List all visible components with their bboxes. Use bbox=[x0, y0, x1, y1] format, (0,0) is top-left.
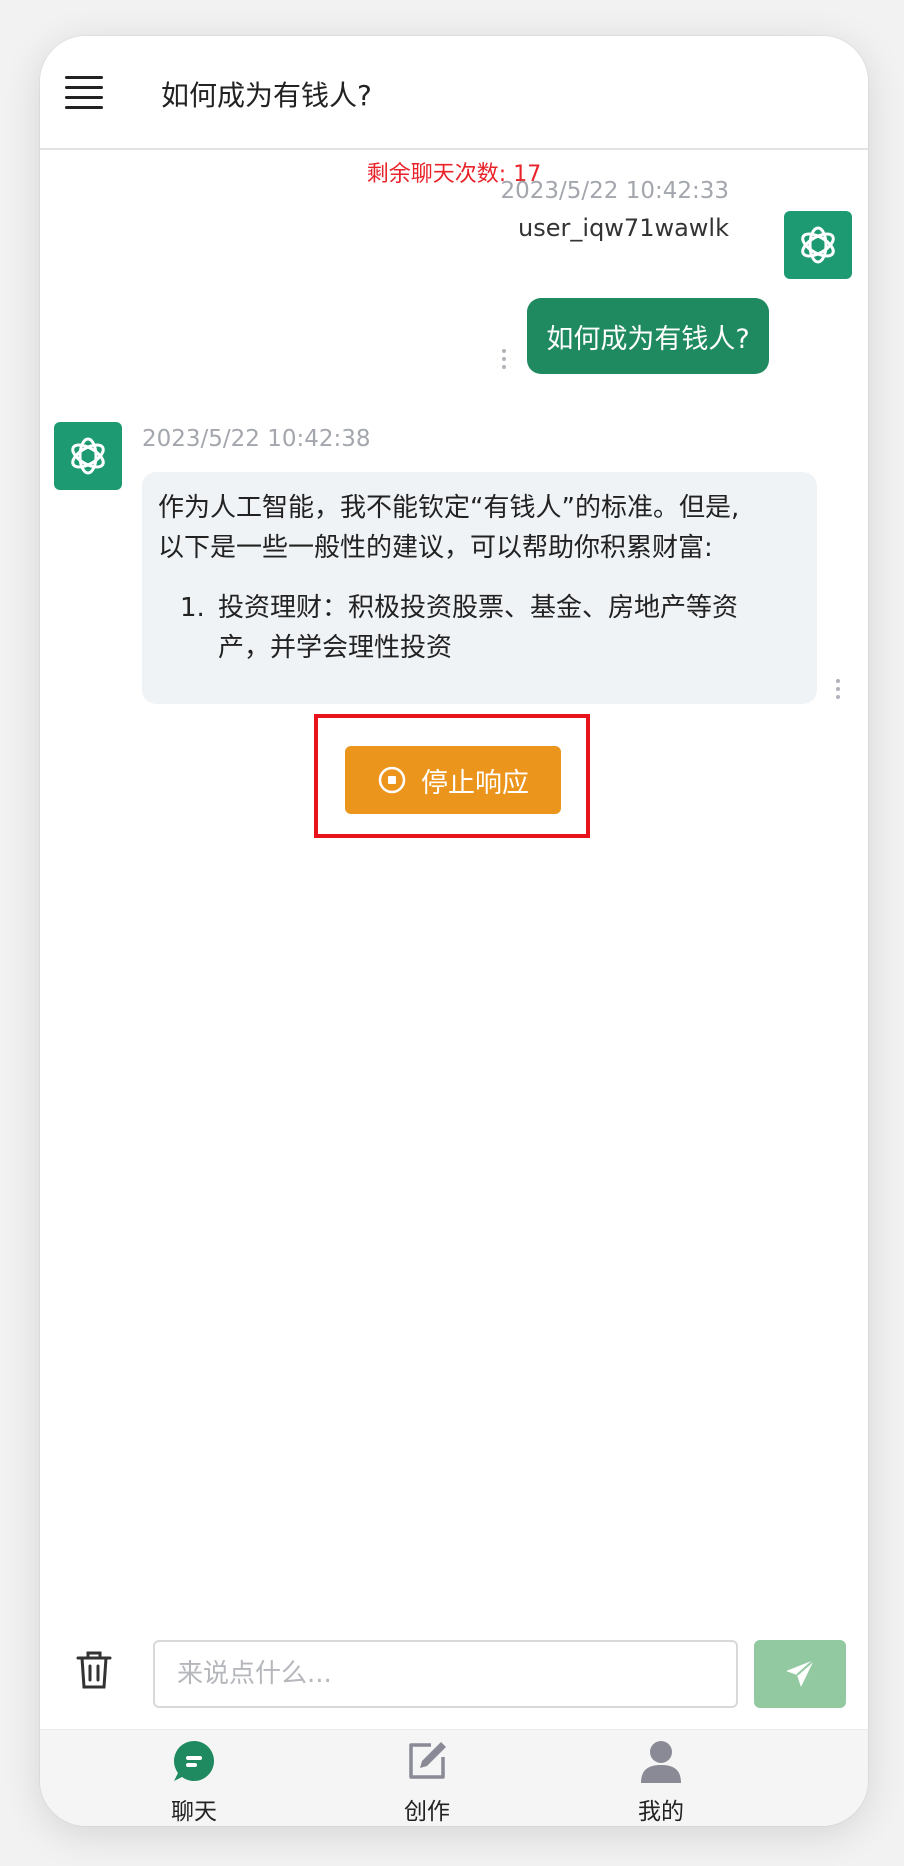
bot-message-list-item: 1. 投资理财：积极投资股票、基金、房地产等资 产，并学会理性投资 bbox=[158, 588, 801, 668]
remaining-chats-text: 剩余聊天次数: 17 bbox=[366, 162, 542, 187]
user-message-timestamp: 2023/5/22 10:42:33 bbox=[500, 178, 729, 204]
stop-circle-icon bbox=[378, 766, 406, 794]
edit-icon bbox=[409, 1742, 446, 1779]
send-icon bbox=[786, 1659, 815, 1687]
nav-item-mine[interactable]: 我的 bbox=[601, 1730, 721, 1826]
bot-message-timestamp: 2023/5/22 10:42:38 bbox=[142, 426, 371, 452]
list-number: 1. bbox=[180, 593, 205, 623]
send-button[interactable] bbox=[754, 1640, 846, 1708]
message-input[interactable] bbox=[153, 1640, 738, 1708]
nav-label: 创作 bbox=[404, 1799, 450, 1825]
openai-logo-icon bbox=[801, 226, 835, 264]
app-header: 如何成为有钱人? bbox=[40, 36, 868, 150]
bot-message-line: 以下是一些一般性的建议，可以帮助你积累财富: bbox=[158, 533, 713, 563]
user-message-more-icon[interactable] bbox=[501, 349, 507, 375]
bottom-nav: 聊天 创作 我的 bbox=[40, 1729, 868, 1826]
list-text-line: 产，并学会理性投资 bbox=[218, 633, 453, 663]
menu-icon[interactable] bbox=[65, 76, 103, 109]
user-message-bubble: 如何成为有钱人? bbox=[527, 298, 769, 374]
bot-message-bubble: 作为人工智能，我不能钦定“有钱人”的标准。但是, 以下是一些一般性的建议，可以帮… bbox=[142, 472, 817, 704]
nav-item-chat[interactable]: 聊天 bbox=[134, 1730, 254, 1826]
trash-icon[interactable] bbox=[76, 1650, 112, 1690]
nav-item-create[interactable]: 创作 bbox=[367, 1730, 487, 1826]
list-text-line: 投资理财：积极投资股票、基金、房地产等资 bbox=[218, 593, 739, 623]
user-name: user_iqw71wawlk bbox=[518, 214, 729, 242]
stop-response-label: 停止响应 bbox=[421, 767, 529, 799]
nav-label: 我的 bbox=[638, 1799, 684, 1825]
bot-message-more-icon[interactable] bbox=[835, 679, 841, 705]
nav-label: 聊天 bbox=[171, 1799, 217, 1825]
chat-icon bbox=[174, 1741, 214, 1781]
user-avatar bbox=[784, 211, 852, 279]
page-title: 如何成为有钱人? bbox=[161, 79, 372, 112]
bot-message-line: 作为人工智能，我不能钦定“有钱人”的标准。但是, bbox=[158, 493, 740, 523]
openai-logo-icon bbox=[71, 437, 105, 475]
user-icon bbox=[641, 1741, 681, 1783]
stop-response-button[interactable]: 停止响应 bbox=[345, 746, 561, 814]
phone-frame: 如何成为有钱人? 剩余聊天次数: 17 2023/5/22 10:42:33 u… bbox=[40, 36, 868, 1826]
bot-avatar bbox=[54, 422, 122, 490]
